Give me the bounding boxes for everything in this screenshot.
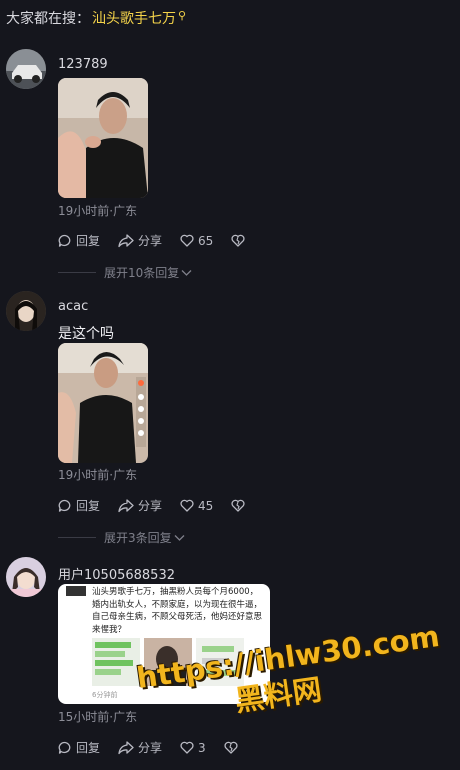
reply-button[interactable]: 回复 [58,497,100,514]
expand-replies[interactable]: 展开3条回复 [58,529,185,546]
screenshot-avatar [66,586,86,596]
share-button[interactable]: 分享 [118,497,162,514]
reply-icon [58,234,71,247]
divider [58,537,96,538]
like-button[interactable]: 3 [180,741,206,755]
hot-search-keyword[interactable]: 汕头歌手七万 [92,11,176,27]
divider [58,272,96,273]
share-button[interactable]: 分享 [118,232,162,249]
screenshot-text: 汕头男歌手七万，抽黑粉人员每个月6000，婚内出轨女人，不顾家庭，以为现在很牛逼… [92,587,263,635]
share-icon [118,740,134,754]
comment-time: 19小时前·广东 [58,204,138,218]
comment-text: 是这个吗 [58,326,114,342]
dislike-button[interactable] [224,741,242,754]
comment-image[interactable] [58,78,148,198]
comment-actions: 回复 分享 65 [58,232,267,249]
expand-replies[interactable]: 展开10条回复 [58,264,192,281]
hot-search-bar[interactable]: 大家都在搜： 汕头歌手七万 ⚲ [6,8,186,28]
broken-heart-icon [231,234,245,247]
reply-button[interactable]: 回复 [58,739,100,756]
chevron-down-icon [181,269,192,276]
like-button[interactable]: 45 [180,499,213,513]
chevron-down-icon [174,534,185,541]
search-icon[interactable]: ⚲ [178,9,186,22]
reply-button[interactable]: 回复 [58,232,100,249]
comment-username[interactable]: 用户10505688532 [58,564,175,583]
reply-icon [58,499,71,512]
broken-heart-icon [224,741,238,754]
avatar[interactable] [6,291,46,331]
comment-username[interactable]: 123789 [58,57,108,72]
share-icon [118,498,134,512]
heart-icon [180,741,194,754]
dislike-button[interactable] [231,499,249,512]
comment-image[interactable] [58,343,148,463]
like-button[interactable]: 65 [180,234,213,248]
comment-actions: 回复 分享 45 [58,497,267,514]
comment-actions: 回复 分享 3 [58,739,260,756]
hot-search-prefix: 大家都在搜： [6,11,90,27]
heart-icon [180,234,194,247]
avatar[interactable] [6,557,46,597]
watermark: https://ihlw30.com 黑料网 [128,619,448,718]
heart-icon [180,499,194,512]
reply-icon [58,741,71,754]
share-button[interactable]: 分享 [118,739,162,756]
comment-username[interactable]: acac [58,299,88,314]
avatar[interactable] [6,49,46,89]
dislike-button[interactable] [231,234,249,247]
comment-time: 19小时前·广东 [58,468,138,482]
share-icon [118,233,134,247]
broken-heart-icon [231,499,245,512]
